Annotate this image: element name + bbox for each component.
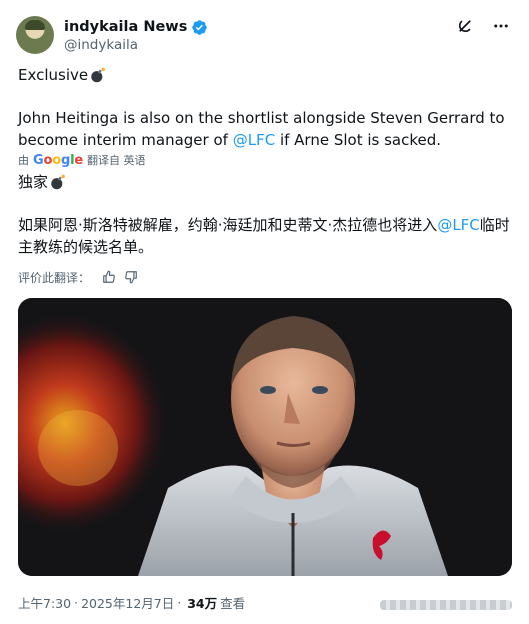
redacted-watermark xyxy=(380,600,512,610)
thumbs-down-icon[interactable] xyxy=(124,270,138,284)
more-icon[interactable] xyxy=(491,16,511,36)
translated-by: 由 Google 翻译自 英语 xyxy=(18,152,145,168)
separator-dot: · xyxy=(74,594,79,610)
post-image-portrait xyxy=(18,298,512,576)
verified-badge-icon xyxy=(192,19,208,35)
translated-body: 如果阿恩·斯洛特被解雇，约翰·海廷加和史蒂文·杰拉德也将进入@LFC临时主教练的… xyxy=(18,214,511,258)
avatar[interactable] xyxy=(16,16,54,54)
post-body-text-2: if Arne Slot is sacked. xyxy=(275,131,442,149)
translated-line-exclusive: 独家 xyxy=(18,171,511,193)
post-image[interactable] xyxy=(18,298,512,576)
bomb-emoji xyxy=(51,174,65,190)
post-line-exclusive: Exclusive xyxy=(18,64,511,86)
google-letter: o xyxy=(43,152,53,168)
view-count: 34万 xyxy=(187,595,218,611)
translated-mention-link[interactable]: @LFC xyxy=(437,216,479,234)
post-actions-top xyxy=(455,16,511,36)
post-date[interactable]: 2025年12月7日 xyxy=(81,593,174,612)
google-letter: e xyxy=(74,152,83,168)
thumbs-up-icon[interactable] xyxy=(102,270,116,284)
mention-link[interactable]: @LFC xyxy=(233,131,275,149)
author-display-name[interactable]: indykaila News xyxy=(64,19,187,35)
translated-exclusive-text: 独家 xyxy=(18,173,49,191)
translated-body-text-1: 如果阿恩·斯洛特被解雇，约翰·海廷加和史蒂文·杰拉德也将进入 xyxy=(18,216,438,234)
rate-translation: 评价此翻译： xyxy=(18,268,138,286)
author-handle[interactable]: @indykaila xyxy=(64,37,138,53)
author-name-row: indykaila News xyxy=(64,17,208,37)
grok-icon[interactable] xyxy=(455,16,475,36)
google-letter: g xyxy=(60,152,71,168)
post-body: John Heitinga is also on the shortlist a… xyxy=(18,107,511,151)
post-card: indykaila News @indykaila Exclusive John… xyxy=(0,0,529,624)
rate-translation-label: 评价此翻译： xyxy=(18,270,91,285)
separator-dot: · xyxy=(177,594,182,610)
post-meta: 上午7:30 · 2025年12月7日 · 34万 查看 xyxy=(18,593,245,611)
google-letter: o xyxy=(52,152,61,168)
view-label: 查看 xyxy=(220,595,246,611)
google-letter: G xyxy=(33,152,44,168)
bomb-emoji xyxy=(91,67,105,83)
exclusive-text: Exclusive xyxy=(18,66,89,84)
translated-from-language: 翻译自 英语 xyxy=(86,154,146,167)
post-time[interactable]: 上午7:30 xyxy=(18,593,71,612)
translated-by-prefix: 由 xyxy=(18,154,29,167)
google-logo: Google xyxy=(33,153,83,168)
